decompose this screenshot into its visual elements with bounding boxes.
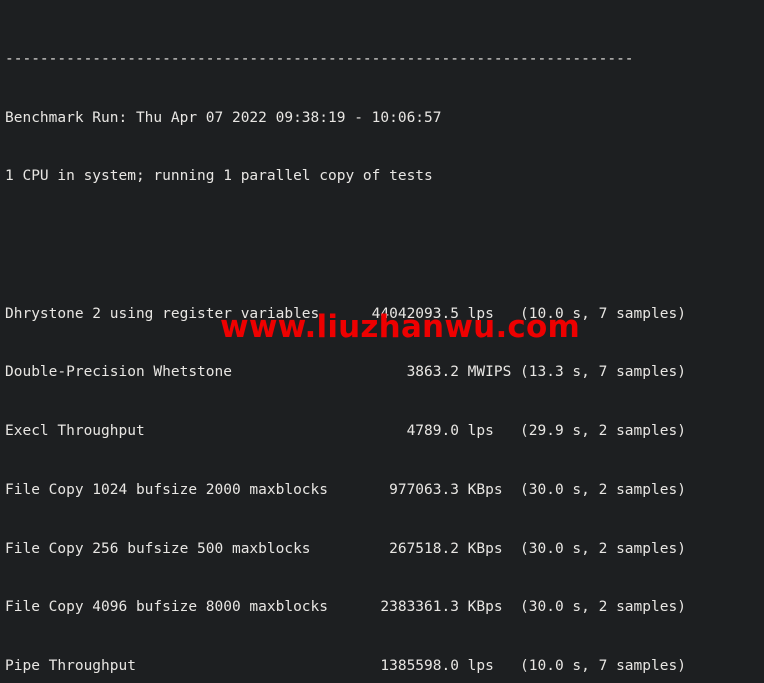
raw-result-row: Execl Throughput 4789.0 lps (29.9 s, 2 s… xyxy=(5,423,686,440)
raw-result-row: File Copy 4096 bufsize 8000 maxblocks 23… xyxy=(5,599,686,616)
cpu-info-line: 1 CPU in system; running 1 parallel copy… xyxy=(5,168,433,185)
raw-result-row: Dhrystone 2 using register variables 440… xyxy=(5,305,686,322)
raw-result-row: File Copy 1024 bufsize 2000 maxblocks 97… xyxy=(5,481,686,498)
raw-result-row: Double-Precision Whetstone 3863.2 MWIPS … xyxy=(5,364,686,381)
benchmark-run-line: Benchmark Run: Thu Apr 07 2022 09:38:19 … xyxy=(5,109,442,126)
terminal-window: ----------------------------------------… xyxy=(0,0,764,683)
raw-result-row: Pipe Throughput 1385598.0 lps (10.0 s, 7… xyxy=(5,658,686,675)
raw-result-row: File Copy 256 bufsize 500 maxblocks 2675… xyxy=(5,540,686,557)
terminal-screen: ----------------------------------------… xyxy=(5,0,686,683)
top-rule: ----------------------------------------… xyxy=(5,50,634,67)
